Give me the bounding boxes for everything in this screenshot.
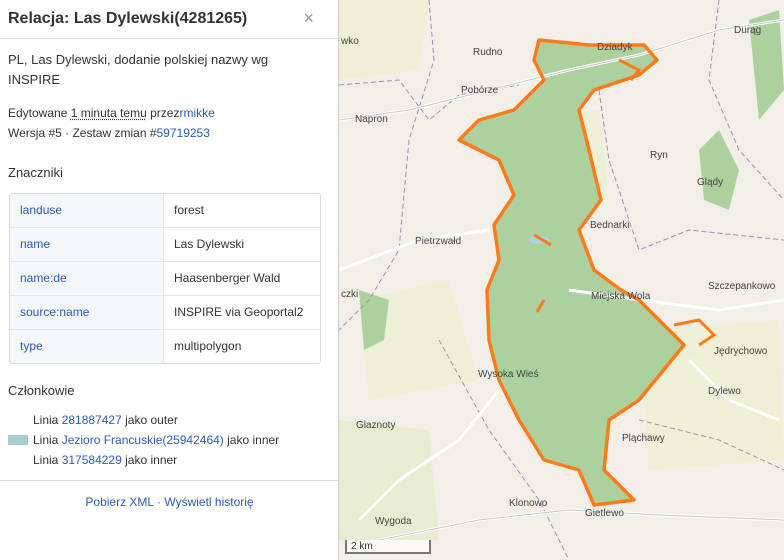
show-history-link[interactable]: Wyświetl historię: [164, 495, 253, 509]
member-swatch: [8, 415, 28, 425]
map-label: wko: [340, 36, 359, 47]
map-label: Bednarki: [590, 220, 629, 231]
members-title: Członkowie: [8, 383, 75, 398]
member-swatch: [8, 435, 28, 445]
map-label: Pląchawy: [622, 433, 665, 444]
download-xml-link[interactable]: Pobierz XML: [85, 495, 153, 509]
tags-title: Znaczniki: [8, 165, 63, 180]
panel-title: Relacja: Las Dylewski(4281265): [8, 10, 248, 27]
table-row: source:name INSPIRE via Geoportal2: [10, 295, 320, 329]
changeset-link[interactable]: 59719253: [157, 126, 210, 140]
map-label: Durąg: [734, 25, 761, 36]
version-text: Wersja #5 · Zestaw zmian #: [8, 126, 157, 140]
map-view[interactable]: Dziadyk Durąg Rudno Pobórze Napron Ryn G…: [339, 0, 784, 560]
member-type: Linia: [33, 413, 59, 427]
list-item: Linia 281887427 jako outer: [8, 410, 279, 430]
member-link[interactable]: 281887427: [62, 410, 122, 430]
map-label: czki: [341, 289, 358, 300]
close-icon[interactable]: ×: [303, 8, 314, 29]
map-scale: 2 km: [345, 540, 431, 554]
tag-value: Las Dylewski: [174, 237, 245, 251]
tag-key[interactable]: name:de: [10, 262, 164, 295]
tag-value: multipolygon: [174, 339, 242, 353]
relation-meta: Edytowane 1 minuta temu przezrmikke Wers…: [8, 103, 215, 143]
tag-value[interactable]: forest: [164, 194, 320, 227]
map-label: Jędrychowo: [714, 346, 768, 357]
tag-key[interactable]: type: [10, 330, 164, 363]
member-role: jako inner: [125, 453, 178, 467]
panel-header: Relacja: Las Dylewski(4281265) ×: [0, 0, 338, 39]
tag-key[interactable]: source:name: [10, 296, 164, 329]
member-type: Linia: [33, 433, 59, 447]
list-item: Linia 317584229 jako inner: [8, 450, 279, 470]
table-row: type multipolygon: [10, 329, 320, 363]
members-list: Linia 281887427 jako outer Linia Jezioro…: [8, 410, 279, 470]
map-label: Pobórze: [461, 85, 499, 96]
map-label: Wysoka Wieś: [478, 369, 538, 380]
map-label: Glaznoty: [356, 420, 395, 431]
editor-link[interactable]: rmikke: [179, 106, 214, 120]
member-swatch: [8, 455, 28, 465]
table-row: landuse forest: [10, 194, 320, 227]
list-item: Linia Jezioro Francuskie(25942464) jako …: [8, 430, 279, 450]
map-label: Pietrzwałd: [415, 236, 461, 247]
map-label: Ryn: [650, 150, 668, 161]
tags-table: landuse forest name Las Dylewski name:de…: [9, 193, 321, 364]
edited-by-label: przez: [150, 106, 180, 120]
member-role: jako inner: [227, 433, 280, 447]
map-label: Dziadyk: [597, 42, 634, 53]
relation-description: PL, Las Dylewski, dodanie polskiej nazwy…: [8, 52, 269, 87]
member-link[interactable]: 317584229: [62, 450, 122, 470]
sidebar-panel: Relacja: Las Dylewski(4281265) × PL, Las…: [0, 0, 339, 560]
map-label: Wygoda: [375, 516, 412, 527]
table-row: name:de Haasenberger Wald: [10, 261, 320, 295]
tag-value: Haasenberger Wald: [174, 271, 281, 285]
edited-prefix: Edytowane: [8, 106, 68, 120]
map-label: Szczepankowo: [708, 281, 776, 292]
member-link[interactable]: Jezioro Francuskie(25942464): [62, 430, 224, 450]
table-row: name Las Dylewski: [10, 227, 320, 261]
map-label: Rudno: [473, 47, 503, 58]
member-type: Linia: [33, 453, 59, 467]
map-label: Gietlewo: [585, 508, 624, 519]
tag-value: INSPIRE via Geoportal2: [174, 305, 304, 319]
tag-key[interactable]: landuse: [10, 194, 164, 227]
map-label: Glądy: [697, 177, 723, 188]
map-canvas[interactable]: Dziadyk Durąg Rudno Pobórze Napron Ryn G…: [339, 0, 784, 560]
map-label: Napron: [355, 114, 388, 125]
tag-key[interactable]: name: [10, 228, 164, 261]
panel-footer: Pobierz XML · Wyświetl historię: [0, 480, 338, 509]
map-label: Miejska Wola: [591, 291, 651, 302]
edited-time: 1 minuta temu: [70, 106, 147, 120]
member-role: jako outer: [125, 413, 178, 427]
map-label: Klonowo: [509, 498, 548, 509]
map-label: Dylewo: [708, 386, 741, 397]
footer-separator: ·: [157, 495, 161, 509]
